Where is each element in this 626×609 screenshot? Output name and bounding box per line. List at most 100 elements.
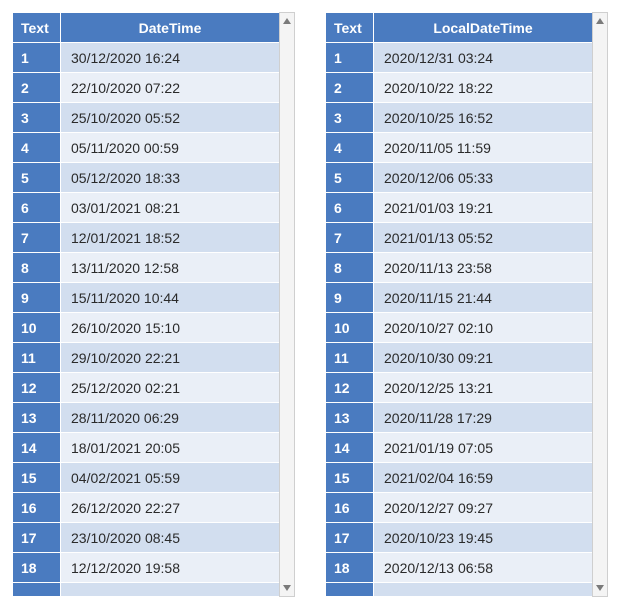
table-row: 1225/12/2020 02:21 <box>13 373 280 403</box>
row-val: 18/01/2021 20:05 <box>61 433 280 463</box>
right-table-wrap: Text LocalDateTime 12020/12/31 03:24 220… <box>325 12 608 597</box>
row-val: 23/10/2020 08:45 <box>61 523 280 553</box>
row-idx: 12 <box>326 373 374 403</box>
chevron-down-icon <box>596 585 604 591</box>
row-idx: 1 <box>13 43 61 73</box>
table-row-partial <box>326 583 593 597</box>
left-table-wrap: Text DateTime 130/12/2020 16:24 222/10/2… <box>12 12 295 597</box>
row-idx: 14 <box>13 433 61 463</box>
table-row: 172020/10/23 19:45 <box>326 523 593 553</box>
row-val: 2020/12/27 09:27 <box>374 493 593 523</box>
table-row: 102020/10/27 02:10 <box>326 313 593 343</box>
tables-container: Text DateTime 130/12/2020 16:24 222/10/2… <box>12 12 614 597</box>
right-header-val[interactable]: LocalDateTime <box>374 13 593 43</box>
row-idx: 12 <box>13 373 61 403</box>
table-row: 915/11/2020 10:44 <box>13 283 280 313</box>
row-val: 05/11/2020 00:59 <box>61 133 280 163</box>
table-row: 182020/12/13 06:58 <box>326 553 593 583</box>
row-idx: 9 <box>13 283 61 313</box>
table-row: 72021/01/13 05:52 <box>326 223 593 253</box>
row-val: 28/11/2020 06:29 <box>61 403 280 433</box>
row-val: 2020/10/23 19:45 <box>374 523 593 553</box>
row-idx <box>326 583 374 597</box>
left-header-idx[interactable]: Text <box>13 13 61 43</box>
row-idx: 8 <box>326 253 374 283</box>
table-row: 712/01/2021 18:52 <box>13 223 280 253</box>
row-idx: 18 <box>326 553 374 583</box>
table-row: 92020/11/15 21:44 <box>326 283 593 313</box>
row-idx: 3 <box>13 103 61 133</box>
table-row: 22020/10/22 18:22 <box>326 73 593 103</box>
row-idx: 4 <box>326 133 374 163</box>
right-header-idx[interactable]: Text <box>326 13 374 43</box>
table-row: 1129/10/2020 22:21 <box>13 343 280 373</box>
row-idx <box>13 583 61 597</box>
row-val: 2021/01/13 05:52 <box>374 223 593 253</box>
table-row: 603/01/2021 08:21 <box>13 193 280 223</box>
table-row: 1723/10/2020 08:45 <box>13 523 280 553</box>
scroll-down-button[interactable] <box>280 580 294 596</box>
table-row: 1504/02/2021 05:59 <box>13 463 280 493</box>
row-val: 2020/10/22 18:22 <box>374 73 593 103</box>
row-idx: 10 <box>326 313 374 343</box>
row-idx: 2 <box>13 73 61 103</box>
row-val: 2020/11/13 23:58 <box>374 253 593 283</box>
row-idx: 15 <box>326 463 374 493</box>
table-row: 32020/10/25 16:52 <box>326 103 593 133</box>
row-idx: 6 <box>13 193 61 223</box>
row-val: 2020/12/06 05:33 <box>374 163 593 193</box>
row-idx: 8 <box>13 253 61 283</box>
row-val: 22/10/2020 07:22 <box>61 73 280 103</box>
row-idx: 1 <box>326 43 374 73</box>
table-row: 405/11/2020 00:59 <box>13 133 280 163</box>
row-idx: 2 <box>326 73 374 103</box>
row-val: 2020/12/13 06:58 <box>374 553 593 583</box>
row-val: 2020/11/15 21:44 <box>374 283 593 313</box>
table-row: 42020/11/05 11:59 <box>326 133 593 163</box>
left-scrollbar[interactable] <box>279 12 295 597</box>
scroll-down-button[interactable] <box>593 580 607 596</box>
right-scrollbar[interactable] <box>592 12 608 597</box>
table-row: 1626/12/2020 22:27 <box>13 493 280 523</box>
row-idx: 3 <box>326 103 374 133</box>
table-row: 222/10/2020 07:22 <box>13 73 280 103</box>
scroll-track[interactable] <box>593 29 607 580</box>
table-row: 112020/10/30 09:21 <box>326 343 593 373</box>
table-row: 62021/01/03 19:21 <box>326 193 593 223</box>
row-val: 2021/01/19 07:05 <box>374 433 593 463</box>
table-row: 325/10/2020 05:52 <box>13 103 280 133</box>
scroll-up-button[interactable] <box>593 13 607 29</box>
row-val: 2020/12/25 13:21 <box>374 373 593 403</box>
row-idx: 10 <box>13 313 61 343</box>
table-row: 813/11/2020 12:58 <box>13 253 280 283</box>
row-idx: 17 <box>326 523 374 553</box>
row-idx: 17 <box>13 523 61 553</box>
left-table: Text DateTime 130/12/2020 16:24 222/10/2… <box>12 12 280 597</box>
row-val: 26/10/2020 15:10 <box>61 313 280 343</box>
row-idx: 13 <box>326 403 374 433</box>
row-val: 2020/11/05 11:59 <box>374 133 593 163</box>
row-idx: 16 <box>13 493 61 523</box>
scroll-up-button[interactable] <box>280 13 294 29</box>
table-row: 52020/12/06 05:33 <box>326 163 593 193</box>
row-idx: 9 <box>326 283 374 313</box>
row-val: 05/12/2020 18:33 <box>61 163 280 193</box>
row-val: 25/10/2020 05:52 <box>61 103 280 133</box>
row-idx: 5 <box>326 163 374 193</box>
row-val: 26/12/2020 22:27 <box>61 493 280 523</box>
scroll-track[interactable] <box>280 29 294 580</box>
row-val: 13/11/2020 12:58 <box>61 253 280 283</box>
row-idx: 7 <box>13 223 61 253</box>
table-row: 130/12/2020 16:24 <box>13 43 280 73</box>
table-row: 1418/01/2021 20:05 <box>13 433 280 463</box>
row-idx: 6 <box>326 193 374 223</box>
row-val: 04/02/2021 05:59 <box>61 463 280 493</box>
left-header-val[interactable]: DateTime <box>61 13 280 43</box>
row-val: 12/12/2020 19:58 <box>61 553 280 583</box>
row-idx: 13 <box>13 403 61 433</box>
row-val: 2020/10/25 16:52 <box>374 103 593 133</box>
row-val: 12/01/2021 18:52 <box>61 223 280 253</box>
row-val: 03/01/2021 08:21 <box>61 193 280 223</box>
row-val: 25/12/2020 02:21 <box>61 373 280 403</box>
table-row: 132020/11/28 17:29 <box>326 403 593 433</box>
